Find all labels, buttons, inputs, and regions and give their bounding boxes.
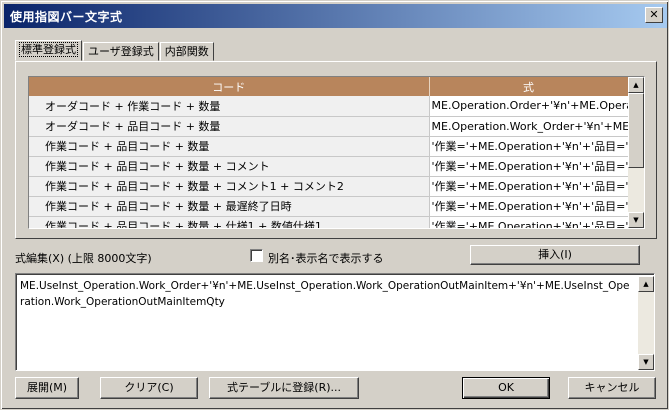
tab-user-label: ユーザ登録式 (88, 45, 154, 58)
table-row[interactable]: 作業コード + 品目コード + 数量 + 仕様1 + 数値仕様1 '作業='+ME… (29, 216, 629, 228)
cancel-button-label: キャンセル (584, 381, 640, 394)
cell-code[interactable]: 作業コード + 品目コード + 数量 + コメント (29, 156, 430, 177)
grid-scrollbar[interactable]: ▲ ▼ (628, 77, 644, 228)
table-row[interactable]: 作業コード + 品目コード + 数量 + コメント '作業='+ME.Operat… (29, 156, 629, 177)
table-row[interactable]: 作業コード + 品目コード + 数量 + コメント1 + コメント2 '作業='+… (29, 176, 629, 197)
cancel-button[interactable]: キャンセル (568, 377, 656, 399)
cell-expr[interactable]: '作業='+ME.Operation+'¥n'+'品目='+ME. (429, 196, 629, 217)
editor-label: 式編集(X) (上限 8000文字) (15, 252, 152, 265)
clear-button-label: クリア(C) (124, 381, 174, 394)
tab-functions[interactable]: 内部関数 (159, 42, 214, 61)
tab-standard-label: 標準登録式 (19, 42, 78, 57)
insert-button-label: 挿入(I) (538, 248, 572, 261)
alias-checkbox[interactable] (250, 249, 263, 262)
cell-expr[interactable]: ME.Operation.Work_Order+'¥n'+ME.Ope (429, 116, 629, 137)
title-bar[interactable]: 使用指図バー文字式 ✕ (4, 4, 667, 28)
grid-scroll-up-button[interactable]: ▲ (628, 77, 644, 93)
tab-functions-label: 内部関数 (164, 45, 209, 58)
cell-code[interactable]: 作業コード + 品目コード + 数量 + 最遅終了日時 (29, 196, 430, 217)
expand-button-label: 展開(M) (26, 381, 68, 394)
tab-user[interactable]: ユーザ登録式 (83, 42, 159, 61)
register-button-label: 式テーブルに登録(R)... (226, 381, 342, 394)
cell-expr[interactable]: '作業='+ME.Operation+'¥n'+'品目='+ME. (429, 156, 629, 177)
cell-expr[interactable]: '作業='+ME.Operation+'¥n'+'品目='+ME. (429, 176, 629, 197)
close-icon: ✕ (649, 8, 659, 21)
cell-expr[interactable]: '作業='+ME.Operation+'¥n'+'品目='+ME. (429, 216, 629, 228)
column-header-code[interactable]: コード (29, 77, 430, 96)
table-row[interactable]: 作業コード + 品目コード + 数量 + 最遅終了日時 '作業='+ME.Oper… (29, 196, 629, 217)
alias-checkbox-label[interactable]: 別名･表示名で表示する (268, 250, 384, 266)
column-header-expr[interactable]: 式 (429, 77, 629, 96)
cell-code[interactable]: 作業コード + 品目コード + 数量 + コメント1 + コメント2 (29, 176, 430, 197)
grid-header: コード 式 (29, 77, 629, 96)
clear-button[interactable]: クリア(C) (100, 377, 198, 399)
arrow-down-icon: ▼ (633, 216, 639, 224)
editor-scroll-down-button[interactable]: ▼ (638, 354, 654, 370)
tab-strip: 標準登録式 ユーザ登録式 内部関数 (15, 40, 215, 62)
grid-scroll-down-button[interactable]: ▼ (628, 212, 644, 228)
dialog-window: 使用指図バー文字式 ✕ 標準登録式 ユーザ登録式 内部関数 コード 式 オーダコ… (0, 0, 669, 410)
table-row[interactable]: オーダコード + 品目コード + 数量 ME.Operation.Work_Ord… (29, 116, 629, 137)
cell-code[interactable]: 作業コード + 品目コード + 数量 + 仕様1 + 数値仕様1 (29, 216, 430, 228)
cell-expr[interactable]: '作業='+ME.Operation+'¥n'+'品目='+ME. (429, 136, 629, 157)
window-title: 使用指図バー文字式 (10, 10, 123, 24)
cell-expr[interactable]: ME.Operation.Order+'¥n'+ME.Operation. (429, 96, 629, 117)
arrow-up-icon: ▲ (643, 280, 649, 288)
editor-scroll-up-button[interactable]: ▲ (638, 276, 654, 292)
arrow-up-icon: ▲ (633, 81, 639, 89)
table-row[interactable]: オーダコード + 作業コード + 数量 ME.Operation.Order+'¥… (29, 96, 629, 117)
expression-table: コード 式 オーダコード + 作業コード + 数量 ME.Operation.Or… (29, 77, 629, 228)
editor-scrollbar[interactable]: ▲ ▼ (638, 276, 654, 370)
ok-button[interactable]: OK (462, 377, 550, 399)
register-button[interactable]: 式テーブルに登録(R)... (209, 377, 359, 399)
expression-grid: コード 式 オーダコード + 作業コード + 数量 ME.Operation.Or… (28, 76, 645, 229)
cell-code[interactable]: オーダコード + 作業コード + 数量 (29, 96, 430, 117)
insert-button[interactable]: 挿入(I) (470, 245, 640, 265)
expression-editor[interactable]: ME.UseInst_Operation.Work_Order+'¥n'+ME.… (15, 273, 655, 371)
grid-scroll-thumb[interactable] (628, 93, 644, 168)
editor-text[interactable]: ME.UseInst_Operation.Work_Order+'¥n'+ME.… (20, 278, 632, 310)
table-row[interactable]: 作業コード + 品目コード + 数量 '作業='+ME.Operation+'¥n… (29, 136, 629, 157)
close-button[interactable]: ✕ (645, 7, 663, 23)
arrow-down-icon: ▼ (643, 358, 649, 366)
ok-button-label: OK (498, 381, 514, 394)
cell-code[interactable]: 作業コード + 品目コード + 数量 (29, 136, 430, 157)
cell-code[interactable]: オーダコード + 品目コード + 数量 (29, 116, 430, 137)
expand-button[interactable]: 展開(M) (15, 377, 79, 399)
tab-standard[interactable]: 標準登録式 (15, 40, 82, 61)
